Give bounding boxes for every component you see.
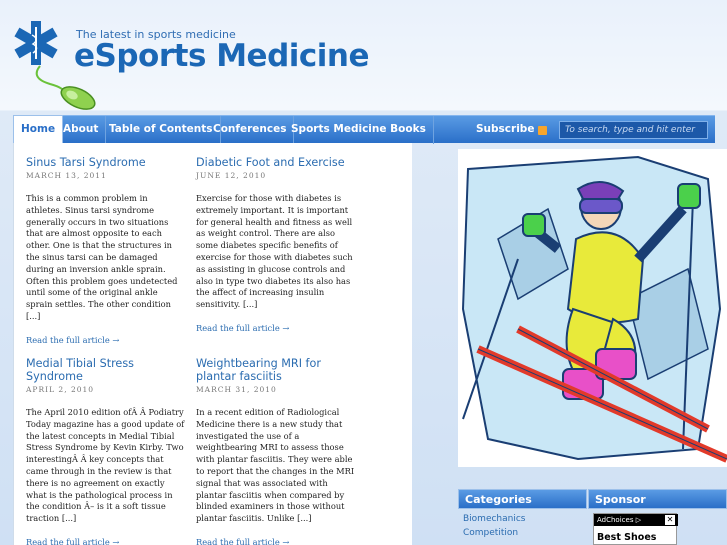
post-date: June 12, 2010	[196, 171, 267, 180]
post-card: Diabetic Foot and Exercise June 12, 2010…	[196, 156, 356, 333]
post-excerpt: In a recent edition of Radiological Medi…	[196, 407, 355, 524]
post-title[interactable]: Diabetic Foot and Exercise	[196, 156, 356, 169]
post-title[interactable]: Sinus Tarsi Syndrome	[26, 156, 186, 169]
post-card: Medial Tibial Stress Syndrome April 2, 2…	[26, 357, 186, 545]
post-date: April 2, 2010	[26, 385, 95, 394]
site-title[interactable]: eSports Medicine	[74, 38, 369, 74]
nav-sports-medicine-books[interactable]: Sports Medicine Books	[284, 116, 434, 144]
post-card: Weightbearing MRI for plantar fasciitis …	[196, 357, 356, 545]
post-excerpt: Exercise for those with diabetes is extr…	[196, 193, 353, 310]
categories-list: Biomechanics Competition	[458, 512, 586, 540]
read-more-link[interactable]: Read the full article →	[26, 537, 186, 545]
rss-icon[interactable]	[538, 126, 547, 135]
site-header: The latest in sports medicine eSports Me…	[0, 0, 727, 113]
ad-headline[interactable]: Best Shoes	[597, 532, 656, 543]
categories-header: Categories	[458, 489, 587, 509]
subscribe-link[interactable]: Subscribe	[476, 116, 534, 144]
main-content: Sinus Tarsi Syndrome March 13, 2011 This…	[13, 143, 412, 545]
read-more-link[interactable]: Read the full article →	[196, 537, 356, 545]
category-link[interactable]: Competition	[458, 526, 586, 540]
post-title[interactable]: Medial Tibial Stress Syndrome	[26, 357, 186, 383]
close-icon[interactable]: ✕	[665, 515, 675, 525]
search-input[interactable]	[559, 121, 708, 139]
read-more-link[interactable]: Read the full article →	[196, 323, 356, 333]
post-card: Sinus Tarsi Syndrome March 13, 2011 This…	[26, 156, 186, 345]
main-nav: Home About Table of Contents Conferences…	[13, 115, 715, 144]
post-excerpt: The April 2010 edition ofÂ Â Podiatry To…	[26, 407, 185, 524]
post-title[interactable]: Weightbearing MRI for plantar fasciitis	[196, 357, 356, 383]
skier-illustration	[458, 149, 727, 467]
post-date: March 31, 2010	[196, 385, 277, 394]
nav-about[interactable]: About	[56, 116, 107, 144]
sponsor-ad[interactable]: AdChoices ▷ ✕ Best Shoes	[593, 513, 678, 545]
nav-conferences[interactable]: Conferences	[206, 116, 295, 144]
read-more-link[interactable]: Read the full article →	[26, 335, 186, 345]
sponsor-header: Sponsor	[588, 489, 727, 509]
nav-table-of-contents[interactable]: Table of Contents	[102, 116, 221, 144]
category-link[interactable]: Biomechanics	[458, 512, 586, 526]
post-excerpt: This is a common problem in athletes. Si…	[26, 193, 178, 321]
post-date: March 13, 2011	[26, 171, 107, 180]
skier-icon	[461, 155, 727, 463]
